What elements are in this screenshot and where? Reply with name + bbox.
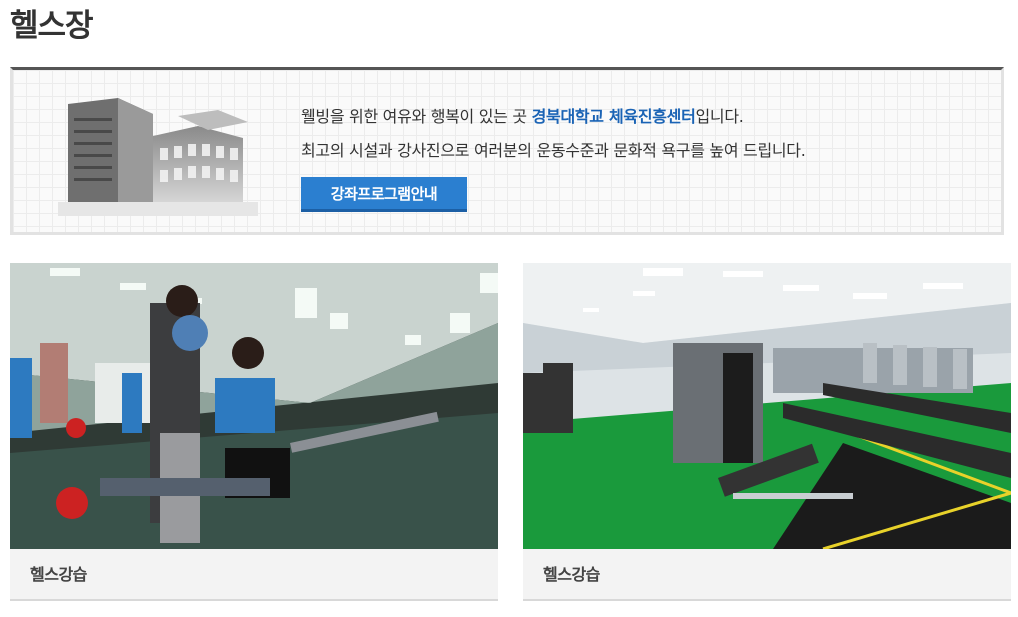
gallery-caption: 헬스강습 <box>543 565 600 584</box>
intro-line-2: 최고의 시설과 강사진으로 여러분의 운동수준과 문화적 욕구를 높여 드립니다… <box>301 141 806 160</box>
page-title: 헬스장 <box>10 8 94 44</box>
building-illustration <box>58 98 258 216</box>
intro-box: 웰빙을 위한 여유와 행복이 있는 곳 경북대학교 체육진흥센터입니다. 최고의… <box>10 67 1004 235</box>
intro-line-1: 웰빙을 위한 여유와 행복이 있는 곳 경북대학교 체육진흥센터입니다. <box>301 100 806 134</box>
intro-line-1-suffix: 입니다. <box>695 107 744 126</box>
gym-equipment-photo[interactable] <box>523 263 1011 549</box>
gym-training-photo[interactable] <box>10 263 498 549</box>
program-guide-button[interactable]: 강좌프로그램안내 <box>301 177 467 212</box>
intro-line-1-prefix: 웰빙을 위한 여유와 행복이 있는 곳 <box>301 107 532 126</box>
intro-text: 웰빙을 위한 여유와 행복이 있는 곳 경북대학교 체육진흥센터입니다. 최고의… <box>301 100 806 168</box>
gallery-caption: 헬스강습 <box>30 565 87 584</box>
center-name: 경북대학교 체육진흥센터 <box>531 107 696 126</box>
gallery-card[interactable]: 헬스강습 <box>10 263 498 601</box>
gallery-card[interactable]: 헬스강습 <box>523 263 1011 601</box>
